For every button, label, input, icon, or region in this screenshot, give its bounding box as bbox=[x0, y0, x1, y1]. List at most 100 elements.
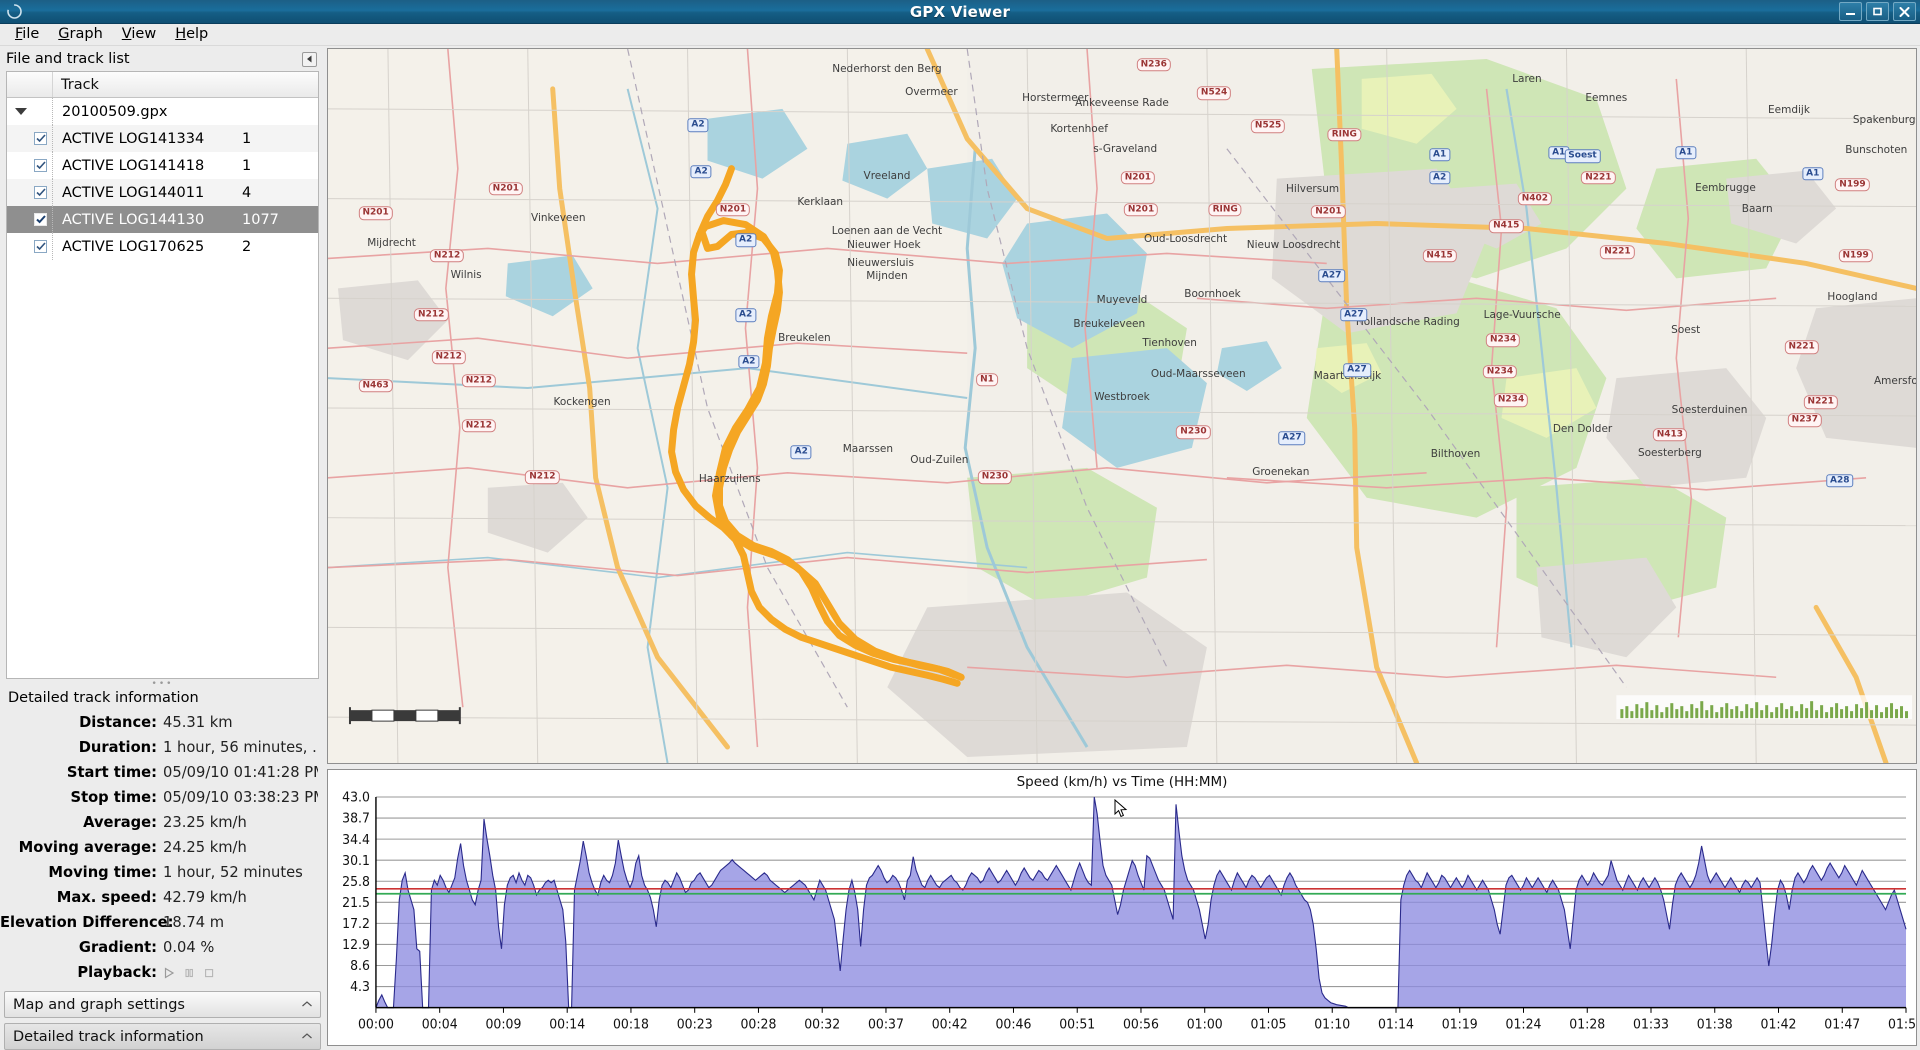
stat-label: Average: bbox=[0, 814, 163, 831]
app-icon bbox=[6, 3, 23, 20]
expander-label: Detailed track information bbox=[13, 1029, 204, 1045]
stop-icon[interactable] bbox=[203, 967, 215, 979]
map-place-label: Hoogland bbox=[1827, 291, 1877, 303]
menu-view[interactable]: View bbox=[114, 24, 167, 45]
road-shield: N524 bbox=[1197, 87, 1231, 100]
x-axis-tick: 00:00 bbox=[358, 1017, 394, 1032]
road-shield: A1 bbox=[1429, 148, 1450, 161]
road-shield: N525 bbox=[1251, 119, 1285, 132]
road-shield: A2 bbox=[687, 119, 708, 132]
table-row[interactable]: ACTIVE LOG170625 2 bbox=[7, 233, 318, 260]
right-side: Nederhorst den BergOvermeerHorstermeerAn… bbox=[325, 46, 1920, 1050]
maximize-button[interactable] bbox=[1866, 2, 1889, 21]
map-place-label: Kerklaan bbox=[797, 196, 843, 208]
chevron-up-icon bbox=[302, 1031, 312, 1042]
window-title: GPX Viewer bbox=[910, 3, 1010, 21]
x-axis-tick: 00:23 bbox=[677, 1017, 713, 1032]
road-shield: N236 bbox=[1137, 58, 1171, 71]
table-row[interactable]: ACTIVE LOG144011 4 bbox=[7, 179, 318, 206]
y-axis-tick: 38.7 bbox=[342, 812, 370, 827]
map-place-label: Soesterberg bbox=[1638, 447, 1702, 459]
road-shield: N212 bbox=[430, 249, 464, 262]
expander-open-icon[interactable] bbox=[15, 108, 27, 115]
map-place-label: Haarzuilens bbox=[699, 473, 761, 485]
menu-help[interactable]: Help bbox=[167, 24, 219, 45]
map-place-label: Oud-Loosdrecht bbox=[1144, 233, 1227, 245]
window-controls bbox=[1839, 2, 1916, 21]
track-count: 1077 bbox=[240, 212, 318, 228]
road-shield: N221 bbox=[1804, 396, 1838, 409]
table-row[interactable]: ACTIVE LOG141418 1 bbox=[7, 152, 318, 179]
track-checkbox[interactable] bbox=[34, 132, 47, 145]
road-shield: N234 bbox=[1494, 394, 1528, 407]
road-shield: N201 bbox=[1311, 205, 1345, 218]
menu-file[interactable]: FFileile bbox=[7, 24, 50, 45]
x-axis-tick: 00:51 bbox=[1059, 1017, 1095, 1032]
stat-distance: Distance: 45.31 km bbox=[0, 710, 325, 735]
collapse-left-icon[interactable] bbox=[302, 52, 317, 67]
map-place-label: Nieuwersluis bbox=[847, 257, 914, 269]
stat-label: Distance: bbox=[0, 714, 163, 731]
stat-value: 23.25 km/h bbox=[163, 814, 247, 831]
map-place-label: s-Graveland bbox=[1093, 143, 1157, 155]
x-axis-tick: 00:09 bbox=[485, 1017, 521, 1032]
road-shield: N237 bbox=[1788, 414, 1822, 427]
track-tree[interactable]: Track 20100509.gpx ACTIVE LOG141334 1 bbox=[6, 71, 319, 679]
speed-chart[interactable]: Speed (km/h) vs Time (HH:MM) 4.38.612.91… bbox=[327, 769, 1917, 1046]
road-shield: A27 bbox=[1278, 431, 1306, 444]
y-axis-tick: 8.6 bbox=[350, 959, 370, 974]
road-shield: N1 bbox=[976, 373, 998, 386]
detailed-track-information-expander[interactable]: Detailed track information bbox=[4, 1023, 321, 1050]
play-icon[interactable] bbox=[163, 967, 175, 979]
stat-value: 0.04 % bbox=[163, 939, 214, 956]
table-row-selected[interactable]: ACTIVE LOG144130 1077 bbox=[7, 206, 318, 233]
map-place-label: Eemnes bbox=[1585, 92, 1627, 104]
x-axis-tick: 00:37 bbox=[868, 1017, 904, 1032]
map-place-label: Den Dolder bbox=[1553, 423, 1612, 435]
track-checkbox[interactable] bbox=[34, 213, 47, 226]
road-shield: A2 bbox=[691, 165, 712, 178]
row-gutter bbox=[7, 152, 53, 179]
track-count: 4 bbox=[240, 185, 318, 201]
map-place-label: Ankeveense Rade bbox=[1075, 97, 1169, 109]
stat-stop-time: Stop time: 05/09/10 03:38:23 PM bbox=[0, 785, 325, 810]
menu-graph[interactable]: Graph bbox=[50, 24, 114, 45]
menubar: FFileile Graph View Help bbox=[0, 24, 1920, 46]
stat-gradient: Gradient: 0.04 % bbox=[0, 935, 325, 960]
map-view[interactable]: Nederhorst den BergOvermeerHorstermeerAn… bbox=[327, 48, 1917, 764]
track-checkbox[interactable] bbox=[34, 186, 47, 199]
road-shield: N221 bbox=[1581, 171, 1615, 184]
y-axis-tick: 30.1 bbox=[342, 854, 370, 869]
map-place-label: Westbroek bbox=[1094, 391, 1150, 403]
map-place-label: Vreeland bbox=[864, 170, 911, 182]
road-shield: N402 bbox=[1518, 192, 1552, 205]
map-place-label: Groenekan bbox=[1252, 466, 1309, 478]
map-place-label: Nederhorst den Berg bbox=[832, 63, 941, 75]
track-checkbox[interactable] bbox=[34, 240, 47, 253]
map-place-label: Loenen aan de Vecht bbox=[832, 225, 942, 237]
road-shield: N415 bbox=[1422, 249, 1456, 262]
road-shield: A27 bbox=[1318, 269, 1346, 282]
road-shield: A2 bbox=[735, 309, 756, 322]
map-place-label: Vinkeveen bbox=[531, 212, 585, 224]
road-shield: N212 bbox=[414, 308, 448, 321]
tree-column-track[interactable]: Track bbox=[53, 77, 99, 93]
map-and-graph-settings-expander[interactable]: Map and graph settings bbox=[4, 991, 321, 1018]
stat-start-time: Start time: 05/09/10 01:41:28 PM bbox=[0, 760, 325, 785]
map-place-label: Hollandsche Rading bbox=[1356, 316, 1460, 328]
x-axis-tick: 01:33 bbox=[1633, 1017, 1669, 1032]
road-shield: N199 bbox=[1835, 178, 1869, 191]
panel-resize-grip[interactable]: ••• bbox=[0, 679, 325, 688]
table-row[interactable]: ACTIVE LOG141334 1 bbox=[7, 125, 318, 152]
close-button[interactable] bbox=[1893, 2, 1916, 21]
playback-controls bbox=[163, 967, 215, 979]
y-axis-tick: 12.9 bbox=[342, 938, 370, 953]
table-row[interactable]: 20100509.gpx bbox=[7, 98, 318, 125]
stat-average: Average: 23.25 km/h bbox=[0, 810, 325, 835]
pause-icon[interactable] bbox=[183, 967, 195, 979]
stat-value: 45.31 km bbox=[163, 714, 233, 731]
minimize-button[interactable] bbox=[1839, 2, 1862, 21]
track-checkbox[interactable] bbox=[34, 159, 47, 172]
road-shield: Soest bbox=[1564, 149, 1600, 162]
x-axis-tick: 01:10 bbox=[1314, 1017, 1350, 1032]
